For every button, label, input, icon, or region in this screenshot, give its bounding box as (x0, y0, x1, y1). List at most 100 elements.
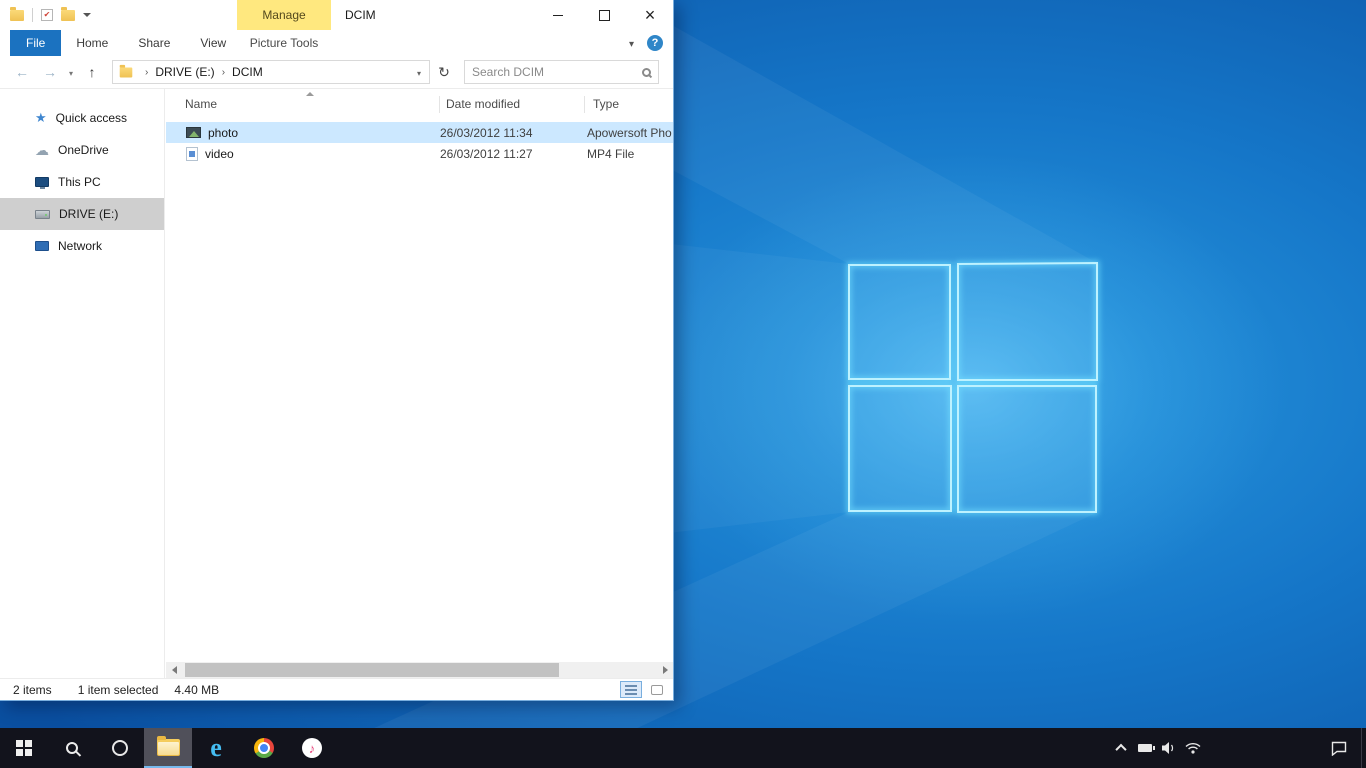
address-bar[interactable]: DRIVE (E:) DCIM (112, 60, 430, 84)
start-button[interactable] (0, 728, 48, 768)
navigation-sidebar: Quick access OneDrive This PC DRIVE (E:)… (0, 89, 165, 678)
sidebar-item-this-pc[interactable]: This PC (0, 166, 164, 198)
file-name-cell: video (166, 147, 440, 161)
file-menu-tab[interactable]: File (10, 30, 61, 56)
file-row-photo[interactable]: photo 26/03/2012 11:34 Apowersoft Pho (166, 122, 673, 143)
breadcrumb-folder[interactable]: DCIM (232, 65, 263, 79)
taskbar-chrome-button[interactable] (240, 728, 288, 768)
file-rows: photo 26/03/2012 11:34 Apowersoft Pho vi… (166, 122, 673, 164)
search-box[interactable] (464, 60, 659, 84)
file-type-cell: Apowersoft Pho (587, 126, 673, 140)
file-explorer-icon (157, 739, 180, 756)
address-dropdown-chevron-icon[interactable] (409, 65, 429, 79)
sidebar-item-label: Network (58, 239, 102, 253)
column-header-name[interactable]: Name (185, 89, 217, 119)
taskbar-file-explorer-button[interactable] (144, 728, 192, 768)
up-button[interactable] (78, 64, 106, 80)
new-folder-icon[interactable] (61, 10, 75, 21)
desktop: Manage DCIM File Home Share View Picture… (0, 0, 1366, 768)
chrome-icon (254, 738, 274, 758)
help-icon[interactable] (647, 35, 663, 51)
tab-view[interactable]: View (185, 30, 241, 56)
taskbar-itunes-button[interactable] (288, 728, 336, 768)
status-bar: 2 items 1 item selected 4.40 MB (0, 678, 673, 700)
video-file-icon (186, 147, 198, 161)
explorer-main: Quick access OneDrive This PC DRIVE (E:)… (0, 89, 673, 678)
window-controls (535, 0, 673, 30)
selection-size: 4.40 MB (174, 683, 219, 697)
customize-toolbar-chevron-icon[interactable] (83, 13, 91, 17)
refresh-icon[interactable] (432, 64, 456, 81)
file-type-cell: MP4 File (587, 147, 673, 161)
properties-icon[interactable] (41, 9, 53, 21)
taskbar-internet-explorer-button[interactable] (192, 728, 240, 768)
sidebar-item-drive-e[interactable]: DRIVE (E:) (0, 198, 164, 230)
sidebar-item-quick-access[interactable]: Quick access (0, 102, 164, 134)
sidebar-item-label: Quick access (56, 111, 127, 125)
sidebar-item-onedrive[interactable]: OneDrive (0, 134, 164, 166)
sidebar-item-label: This PC (58, 175, 101, 189)
file-date-cell: 26/03/2012 11:27 (440, 147, 587, 161)
star-icon (35, 111, 47, 125)
action-center-icon[interactable] (1317, 728, 1361, 768)
navigation-bar: DRIVE (E:) DCIM (0, 56, 673, 89)
back-button[interactable] (8, 64, 36, 80)
scroll-right-arrow-icon[interactable] (657, 662, 673, 678)
file-list-pane: Name Date modified Type photo 26/03/2012… (166, 89, 673, 678)
tab-share[interactable]: Share (123, 30, 185, 56)
tray-spacer (1205, 728, 1317, 768)
file-row-video[interactable]: video 26/03/2012 11:27 MP4 File (166, 143, 673, 164)
manage-ribbon-tab[interactable]: Manage (237, 0, 331, 30)
show-desktop-button[interactable] (1361, 728, 1366, 768)
cloud-icon (35, 143, 49, 158)
scrollbar-track[interactable] (182, 662, 657, 678)
taskbar-search-button[interactable] (48, 728, 96, 768)
network-icon (35, 241, 49, 251)
ribbon-right-controls (629, 30, 663, 56)
photo-file-icon (186, 127, 201, 138)
scroll-left-arrow-icon[interactable] (166, 662, 182, 678)
close-button[interactable] (627, 0, 673, 30)
windows-logo-panes (849, 263, 1097, 512)
breadcrumb-drive[interactable]: DRIVE (E:) (155, 65, 214, 79)
search-icon[interactable] (642, 68, 651, 77)
sidebar-item-network[interactable]: Network (0, 230, 164, 262)
column-header-type[interactable]: Type (593, 89, 619, 119)
windows-logo-icon (16, 740, 32, 756)
column-headers: Name Date modified Type (166, 89, 673, 119)
battery-icon[interactable] (1133, 728, 1157, 768)
horizontal-scrollbar[interactable] (166, 662, 673, 678)
search-input[interactable] (472, 65, 642, 79)
scrollbar-thumb[interactable] (185, 663, 559, 677)
taskbar (0, 728, 1366, 768)
details-view-button[interactable] (620, 681, 642, 698)
sidebar-item-label: OneDrive (58, 143, 109, 157)
volume-icon[interactable] (1157, 728, 1181, 768)
expand-ribbon-chevron-icon[interactable] (629, 36, 634, 50)
column-header-date-modified[interactable]: Date modified (446, 89, 520, 119)
column-separator[interactable] (439, 96, 440, 113)
column-separator[interactable] (584, 96, 585, 113)
large-icons-view-button[interactable] (646, 681, 668, 698)
title-bar: Manage DCIM (0, 0, 673, 30)
cortana-button[interactable] (96, 728, 144, 768)
sidebar-item-label: DRIVE (E:) (59, 207, 118, 221)
hidden-icons-chevron-icon[interactable] (1109, 728, 1133, 768)
network-wifi-icon[interactable] (1181, 728, 1205, 768)
forward-button[interactable] (36, 64, 64, 80)
recent-locations-chevron-icon[interactable] (64, 65, 78, 79)
view-toggles (620, 681, 668, 698)
sort-ascending-icon (306, 92, 314, 96)
tab-picture-tools[interactable]: Picture Tools (237, 30, 331, 56)
maximize-button[interactable] (581, 0, 627, 30)
minimize-button[interactable] (535, 0, 581, 30)
computer-icon (35, 177, 49, 187)
tab-home[interactable]: Home (61, 30, 123, 56)
file-name: photo (208, 126, 238, 140)
file-name: video (205, 147, 234, 161)
file-name-cell: photo (166, 126, 440, 140)
address-folder-icon (120, 67, 133, 77)
window-folder-icon (10, 10, 24, 21)
search-icon (66, 742, 78, 754)
breadcrumb-separator-icon (222, 67, 225, 78)
